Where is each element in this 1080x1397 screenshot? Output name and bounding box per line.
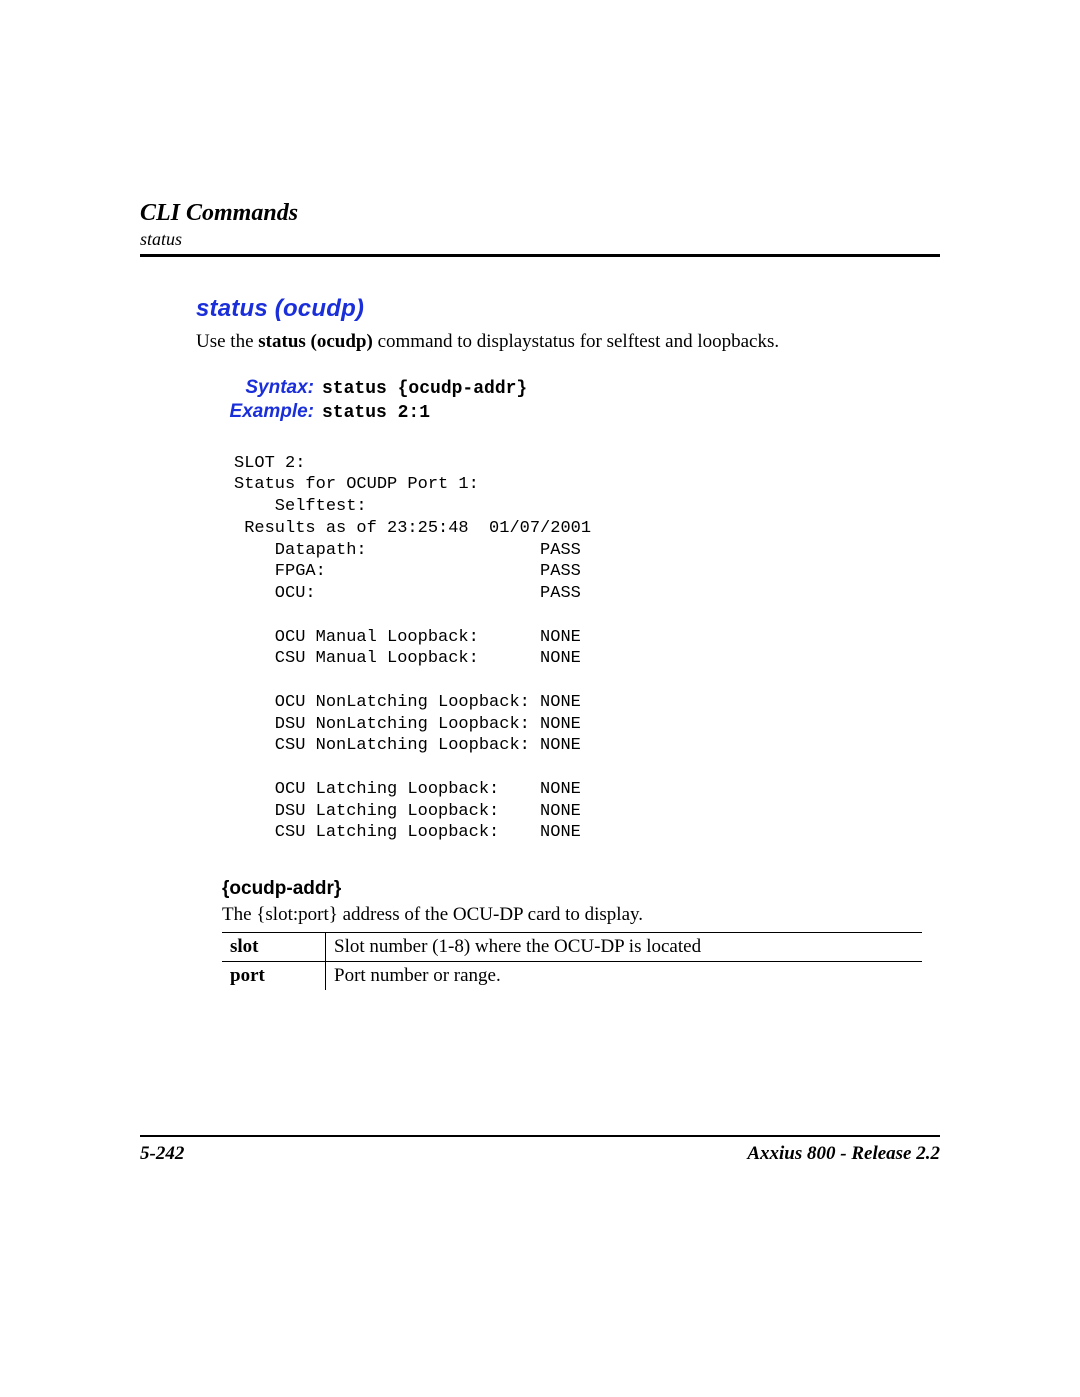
table-row: slot Slot number (1-8) where the OCU-DP … [222, 933, 922, 962]
syntax-label: Syntax: [196, 377, 322, 399]
intro-prefix: Use the [196, 331, 258, 352]
example-code: status 2:1 [322, 403, 430, 423]
page-footer: 5-242 Axxius 800 - Release 2.2 [140, 1135, 940, 1165]
syntax-code: status {ocudp-addr} [322, 379, 527, 399]
param-key: slot [222, 933, 326, 962]
command-output: SLOT 2: Status for OCUDP Port 1: Selftes… [234, 453, 940, 845]
sub-title: status [140, 229, 940, 250]
param-heading: {ocudp-addr} [222, 878, 940, 900]
page-number: 5-242 [140, 1143, 184, 1165]
syntax-block: Syntax: status {ocudp-addr} Example: sta… [196, 377, 940, 423]
section-intro: Use the status (ocudp) command to displa… [196, 329, 940, 355]
page-content: CLI Commands status status (ocudp) Use t… [140, 200, 940, 990]
table-row: port Port number or range. [222, 962, 922, 991]
product-release: Axxius 800 - Release 2.2 [747, 1143, 940, 1165]
intro-bold: status (ocudp) [258, 331, 373, 352]
param-val: Port number or range. [326, 962, 923, 991]
param-desc: The {slot:port} address of the OCU-DP ca… [222, 904, 940, 926]
header-rule [140, 254, 940, 257]
section-title: status (ocudp) [196, 295, 940, 323]
example-line: Example: status 2:1 [196, 401, 940, 423]
param-val: Slot number (1-8) where the OCU-DP is lo… [326, 933, 923, 962]
param-key: port [222, 962, 326, 991]
param-table: slot Slot number (1-8) where the OCU-DP … [222, 932, 922, 990]
footer-row: 5-242 Axxius 800 - Release 2.2 [140, 1143, 940, 1165]
syntax-line: Syntax: status {ocudp-addr} [196, 377, 940, 399]
example-label: Example: [196, 401, 322, 423]
footer-rule [140, 1135, 940, 1137]
intro-suffix: command to displaystatus for selftest an… [373, 331, 779, 352]
chapter-title: CLI Commands [140, 200, 940, 227]
